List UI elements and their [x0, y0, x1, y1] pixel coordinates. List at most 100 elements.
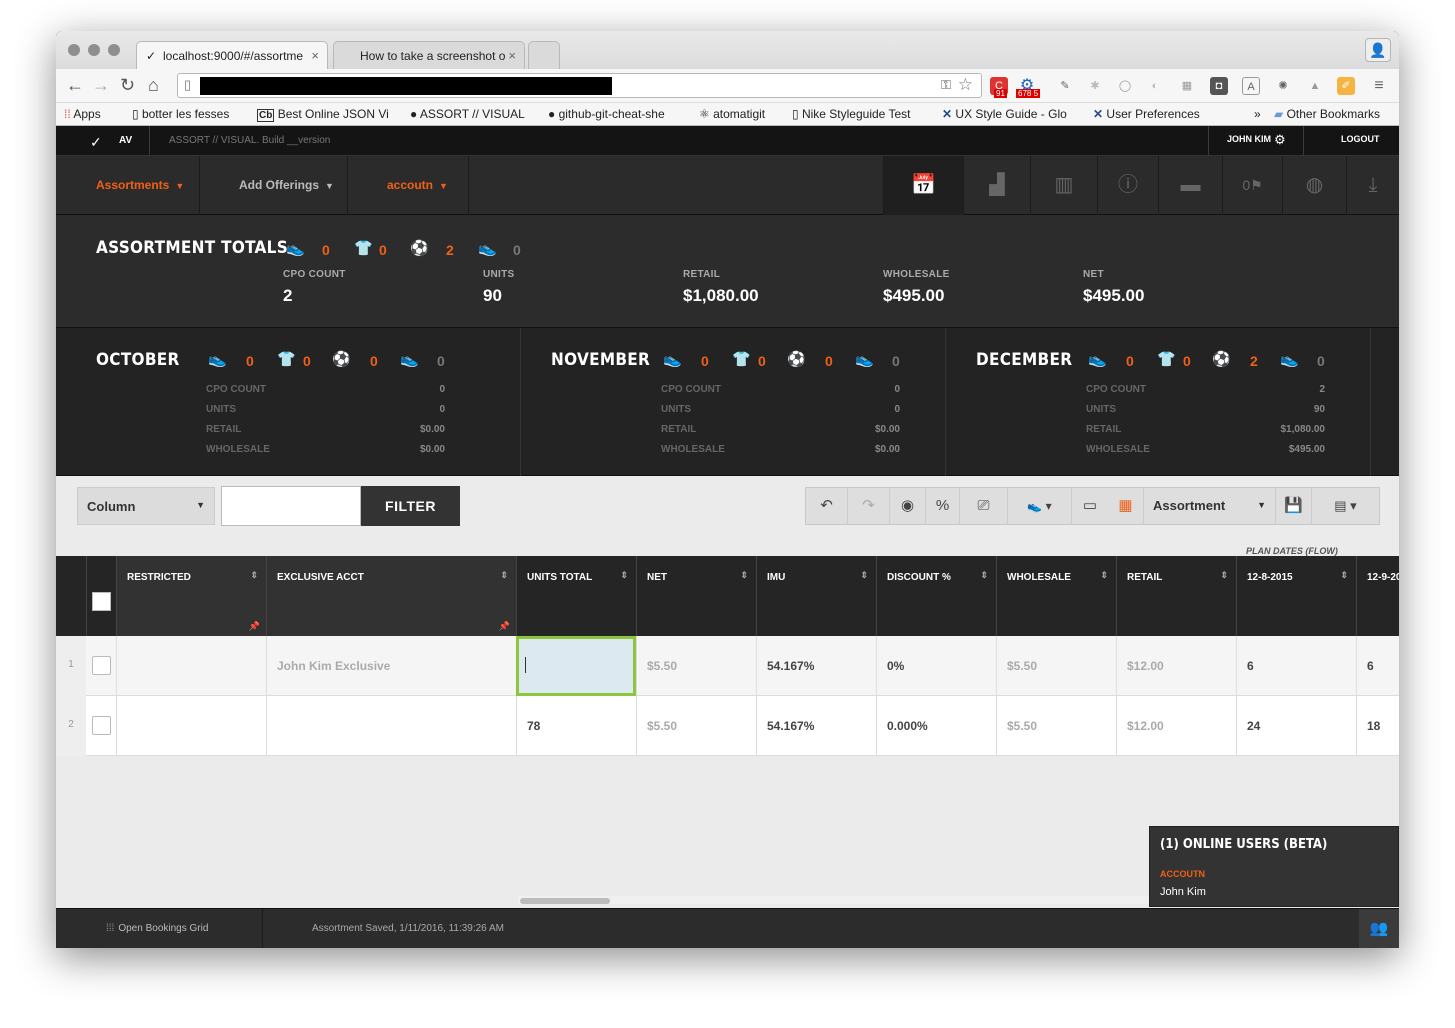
bookmark-apps[interactable]: ⁞⁞ Apps: [64, 107, 101, 121]
back-icon[interactable]: ←: [66, 75, 84, 96]
user-name[interactable]: JOHN KIM: [1227, 134, 1271, 144]
bar-chart-icon[interactable]: ▟: [963, 156, 1030, 215]
row-checkbox[interactable]: [92, 716, 111, 735]
cell-imu[interactable]: 54.167%: [756, 696, 876, 756]
save-icon[interactable]: 💾: [1276, 488, 1312, 524]
cell-net[interactable]: $5.50: [636, 636, 756, 696]
extension-refresh-icon[interactable]: ◐: [1146, 77, 1164, 95]
eyedropper-icon[interactable]: ✎: [1056, 77, 1074, 95]
cell-exclusive-acct[interactable]: [266, 696, 516, 756]
cell-units-total-editing[interactable]: [516, 636, 636, 696]
sort-icon[interactable]: ⇕: [1100, 570, 1108, 581]
extension-circle-icon[interactable]: ◯: [1116, 77, 1134, 95]
presentation-icon[interactable]: ⎚: [960, 488, 1008, 524]
extension-a-icon[interactable]: A: [1242, 77, 1260, 95]
forward-icon[interactable]: →: [92, 75, 110, 96]
menu-assortments[interactable]: Assortments ▼: [96, 178, 184, 192]
select-all-checkbox[interactable]: [92, 592, 111, 611]
cell-retail[interactable]: $12.00: [1116, 636, 1236, 696]
bookmark-atomatigit[interactable]: ⚛ atomatigit: [699, 107, 765, 121]
bookmark-ux-style[interactable]: ✕ UX Style Guide - Glo: [942, 107, 1067, 121]
new-tab-button[interactable]: [528, 41, 560, 69]
column-header-retail[interactable]: RETAIL ⇕: [1116, 556, 1236, 636]
cell-restricted[interactable]: [116, 696, 266, 756]
home-icon[interactable]: ⌂: [148, 75, 159, 96]
cell-imu[interactable]: 54.167%: [756, 636, 876, 696]
bug-icon[interactable]: ✺: [1274, 77, 1292, 95]
column-header-date-2[interactable]: 12-9-20: [1356, 556, 1399, 636]
bookmark-botter[interactable]: ▯ botter les fesses: [132, 107, 229, 121]
column-header-discount[interactable]: DISCOUNT % ⇕: [876, 556, 996, 636]
sort-icon[interactable]: ⇕: [980, 570, 988, 581]
calendar-icon[interactable]: 📅: [883, 156, 963, 215]
gear-icon[interactable]: ⚙: [1274, 132, 1286, 148]
single-view-icon[interactable]: ▭: [1072, 488, 1108, 524]
sort-icon[interactable]: ⇕: [620, 570, 628, 581]
extension-arrow-icon[interactable]: ▲: [1306, 77, 1324, 95]
cell-date-1[interactable]: 6: [1236, 636, 1356, 696]
category-filter-icon[interactable]: 👟 ▾: [1008, 488, 1072, 524]
column-header-wholesale[interactable]: WHOLESALE ⇕: [996, 556, 1116, 636]
pin-icon[interactable]: 📌: [499, 621, 510, 632]
sort-icon[interactable]: ⇕: [250, 570, 258, 581]
filter-button[interactable]: FILTER: [361, 486, 460, 526]
cell-units-total[interactable]: 78: [516, 696, 636, 756]
sort-icon[interactable]: ⇕: [860, 570, 868, 581]
column-header-restricted[interactable]: RESTRICTED ⇕ 📌: [116, 556, 266, 636]
flag-icon[interactable]: 0⚑: [1222, 156, 1282, 215]
extension-keyboard-icon[interactable]: ▦: [1178, 77, 1196, 95]
comment-icon[interactable]: ▬: [1158, 156, 1222, 215]
close-window-button[interactable]: [68, 44, 80, 56]
bookmark-json[interactable]: Cb Best Online JSON Vi: [257, 107, 389, 122]
users-icon[interactable]: 👥: [1359, 909, 1399, 948]
sort-icon[interactable]: ⇕: [740, 570, 748, 581]
undo-icon[interactable]: ↶: [806, 488, 848, 524]
nike-logo-icon[interactable]: ✓: [90, 134, 102, 151]
menu-account[interactable]: accoutn ▼: [387, 178, 448, 192]
cell-date-1[interactable]: 24: [1236, 696, 1356, 756]
grid-view-icon[interactable]: ▦: [1108, 488, 1144, 524]
cell-wholesale[interactable]: $5.50: [996, 696, 1116, 756]
tab-screenshot[interactable]: How to take a screenshot o ×: [333, 41, 525, 69]
redo-icon[interactable]: ↷: [848, 488, 890, 524]
column-header-exclusive-acct[interactable]: EXCLUSIVE ACCT ⇕ 📌: [266, 556, 516, 636]
menu-add-offerings[interactable]: Add Offerings ▼: [239, 178, 334, 192]
cell-discount[interactable]: 0.000%: [876, 696, 996, 756]
profile-icon[interactable]: 👤: [1365, 38, 1391, 62]
bookmark-other[interactable]: ▰ Other Bookmarks: [1274, 107, 1380, 121]
cell-net[interactable]: $5.50: [636, 696, 756, 756]
bookmarks-overflow[interactable]: »: [1254, 107, 1261, 121]
extension-pen-icon[interactable]: ✐: [1337, 77, 1355, 95]
column-header-net[interactable]: NET ⇕: [636, 556, 756, 636]
address-bar[interactable]: ▯ ⚿ ☆: [177, 73, 982, 98]
column-header-date-1[interactable]: 12-8-2015 ⇕: [1236, 556, 1356, 636]
cell-wholesale[interactable]: $5.50: [996, 636, 1116, 696]
tab-assortment[interactable]: ✓ localhost:9000/#/assortme ×: [136, 41, 328, 69]
row-checkbox[interactable]: [92, 656, 111, 675]
cell-date-2[interactable]: 6: [1356, 636, 1399, 696]
assortment-wall-icon[interactable]: ▥: [1030, 156, 1097, 215]
scrollbar-thumb[interactable]: [520, 898, 610, 904]
bookmark-user-prefs[interactable]: ✕ User Preferences: [1093, 107, 1200, 121]
bookmark-nike-styleguide[interactable]: ▯ Nike Styleguide Test: [792, 107, 910, 121]
key-icon[interactable]: ⚿: [941, 77, 951, 93]
view-select[interactable]: Assortment ▼: [1144, 488, 1276, 524]
cell-exclusive-acct[interactable]: John Kim Exclusive: [266, 636, 516, 696]
column-header-units-total[interactable]: UNITS TOTAL ⇕: [516, 556, 636, 636]
filter-input[interactable]: [221, 486, 361, 526]
close-tab-icon[interactable]: ×: [311, 48, 319, 63]
maximize-window-button[interactable]: [108, 44, 120, 56]
extension-grey-icon[interactable]: ✱: [1086, 77, 1104, 95]
cell-date-2[interactable]: 18: [1356, 696, 1399, 756]
extension-pocket-icon[interactable]: ◘: [1210, 77, 1228, 95]
cell-restricted[interactable]: [116, 636, 266, 696]
minimize-window-button[interactable]: [88, 44, 100, 56]
cell-discount[interactable]: 0%: [876, 636, 996, 696]
sort-icon[interactable]: ⇕: [1220, 570, 1228, 581]
bookmark-git-cheat[interactable]: ● github-git-cheat-she: [548, 107, 665, 121]
logout-link[interactable]: LOGOUT: [1341, 134, 1380, 144]
eye-icon[interactable]: ◉: [890, 488, 926, 524]
close-tab-icon[interactable]: ×: [508, 48, 516, 63]
globe-icon[interactable]: ◍: [1282, 156, 1346, 215]
bookmark-assort[interactable]: ● ASSORT // VISUAL: [410, 107, 525, 121]
